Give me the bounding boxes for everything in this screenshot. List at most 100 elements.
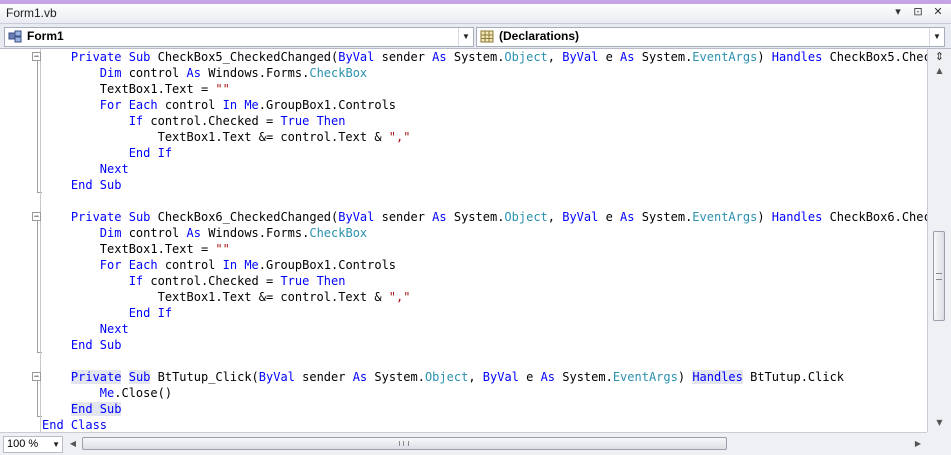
code-lines[interactable]: Private Sub CheckBox5_CheckedChanged(ByV… <box>42 49 927 432</box>
class-icon <box>8 30 22 43</box>
code-token: .Close() <box>114 386 173 400</box>
code-token: TextBox1.Text &= control.Text & <box>42 130 389 144</box>
code-token: As <box>540 370 556 384</box>
outline-line <box>37 61 38 193</box>
code-token: control.Checked = <box>143 274 281 288</box>
code-token: sender <box>374 210 433 224</box>
code-token: True <box>280 114 310 128</box>
code-token: Next <box>99 162 129 176</box>
scroll-right-icon[interactable]: ▶ <box>912 438 924 450</box>
code-token: End Sub <box>70 402 122 416</box>
code-token: For Each <box>99 258 158 272</box>
code-line[interactable]: TextBox1.Text &= control.Text & "," <box>42 289 927 305</box>
code-line[interactable]: If control.Checked = True Then <box>42 273 927 289</box>
code-line[interactable]: Next <box>42 161 927 177</box>
chevron-down-icon[interactable]: ▼ <box>52 437 60 452</box>
code-token: ByVal <box>562 50 599 64</box>
code-line[interactable]: Dim control As Windows.Forms.CheckBox <box>42 65 927 81</box>
scroll-down-icon[interactable]: ▼ <box>932 417 947 429</box>
code-token: As <box>432 50 447 64</box>
code-line[interactable]: End If <box>42 145 927 161</box>
collapse-icon[interactable]: − <box>32 212 41 222</box>
thumb-grip <box>399 441 409 446</box>
code-line[interactable]: TextBox1.Text &= control.Text & "," <box>42 129 927 145</box>
code-line[interactable]: End If <box>42 305 927 321</box>
code-token: CheckBox6_CheckedChanged( <box>150 210 339 224</box>
scroll-up-icon[interactable]: ▲ <box>932 65 947 77</box>
code-line[interactable]: Me.Close() <box>42 385 927 401</box>
code-line[interactable] <box>42 193 927 209</box>
code-line[interactable]: End Sub <box>42 401 927 417</box>
class-name-combo[interactable]: Form1 ▼ <box>4 27 474 47</box>
code-token: CheckBox5.CheckedC <box>829 50 927 64</box>
code-token: ) <box>757 210 772 224</box>
code-token: CheckBox <box>309 226 368 240</box>
code-token: e <box>598 50 621 64</box>
code-token: As <box>186 66 201 80</box>
code-token: As <box>620 210 635 224</box>
close-icon[interactable]: ✕ <box>931 5 945 19</box>
code-editor[interactable]: − − − Private Sub CheckBox5_CheckedChang… <box>0 49 927 432</box>
code-token: ByVal <box>562 210 599 224</box>
code-line[interactable]: If control.Checked = True Then <box>42 113 927 129</box>
split-handle-icon[interactable]: ⇕ <box>932 50 947 64</box>
code-line[interactable]: Private Sub BtTutup_Click(ByVal sender A… <box>42 369 927 385</box>
code-token: End Sub <box>70 178 122 192</box>
code-token: EventArgs <box>692 210 758 224</box>
code-line[interactable] <box>42 353 927 369</box>
vertical-scroll-thumb[interactable] <box>933 230 945 321</box>
code-line[interactable]: End Sub <box>42 177 927 193</box>
collapse-icon[interactable]: − <box>32 52 41 62</box>
code-line[interactable]: End Sub <box>42 337 927 353</box>
dropdown-icon[interactable]: ▾ <box>891 5 905 19</box>
code-token: Handles <box>771 210 823 224</box>
method-combo-label: (Declarations) <box>499 29 580 43</box>
vertical-scrollbar[interactable]: ⇕ ▲ ▼ <box>927 49 951 432</box>
collapse-icon[interactable]: − <box>32 372 41 382</box>
code-token: Object <box>504 50 548 64</box>
code-token: Dim <box>99 66 122 80</box>
zoom-select[interactable]: 100 % ▼ <box>3 436 63 453</box>
code-token: ) <box>677 370 693 384</box>
method-name-combo[interactable]: (Declarations) ▼ <box>476 27 945 47</box>
chevron-down-icon[interactable]: ▼ <box>458 28 473 46</box>
code-line[interactable]: Private Sub CheckBox6_CheckedChanged(ByV… <box>42 209 927 225</box>
code-token: End If <box>128 306 173 320</box>
chevron-down-icon[interactable]: ▼ <box>929 28 944 46</box>
code-token: .GroupBox1.Controls <box>258 258 397 272</box>
code-line[interactable]: TextBox1.Text = "" <box>42 81 927 97</box>
code-line[interactable]: For Each control In Me.GroupBox1.Control… <box>42 97 927 113</box>
code-token: Private <box>70 370 122 384</box>
code-token: End If <box>128 146 173 160</box>
code-token: System. <box>367 370 425 384</box>
code-line[interactable]: End Class <box>42 417 927 432</box>
code-token: TextBox1.Text = <box>42 242 216 256</box>
code-token: In <box>222 98 238 112</box>
code-token: Then <box>316 274 346 288</box>
code-token: EventArgs <box>692 50 758 64</box>
document-title[interactable]: Form1.vb <box>6 6 57 20</box>
code-line[interactable]: Private Sub CheckBox5_CheckedChanged(ByV… <box>42 49 927 65</box>
window-buttons: ▾ ⊡ ✕ <box>891 5 945 19</box>
code-line[interactable]: Dim control As Windows.Forms.CheckBox <box>42 225 927 241</box>
code-line[interactable]: For Each control In Me.GroupBox1.Control… <box>42 257 927 273</box>
horizontal-scroll-thumb[interactable] <box>82 437 727 450</box>
document-tab-bar: Form1.vb ▾ ⊡ ✕ <box>0 4 951 24</box>
code-line[interactable]: TextBox1.Text = "" <box>42 241 927 257</box>
pin-icon[interactable]: ⊡ <box>911 5 925 19</box>
scroll-left-icon[interactable]: ◀ <box>67 438 79 450</box>
declarations-icon <box>480 30 494 43</box>
code-token: Me <box>244 98 259 112</box>
code-line[interactable]: Next <box>42 321 927 337</box>
